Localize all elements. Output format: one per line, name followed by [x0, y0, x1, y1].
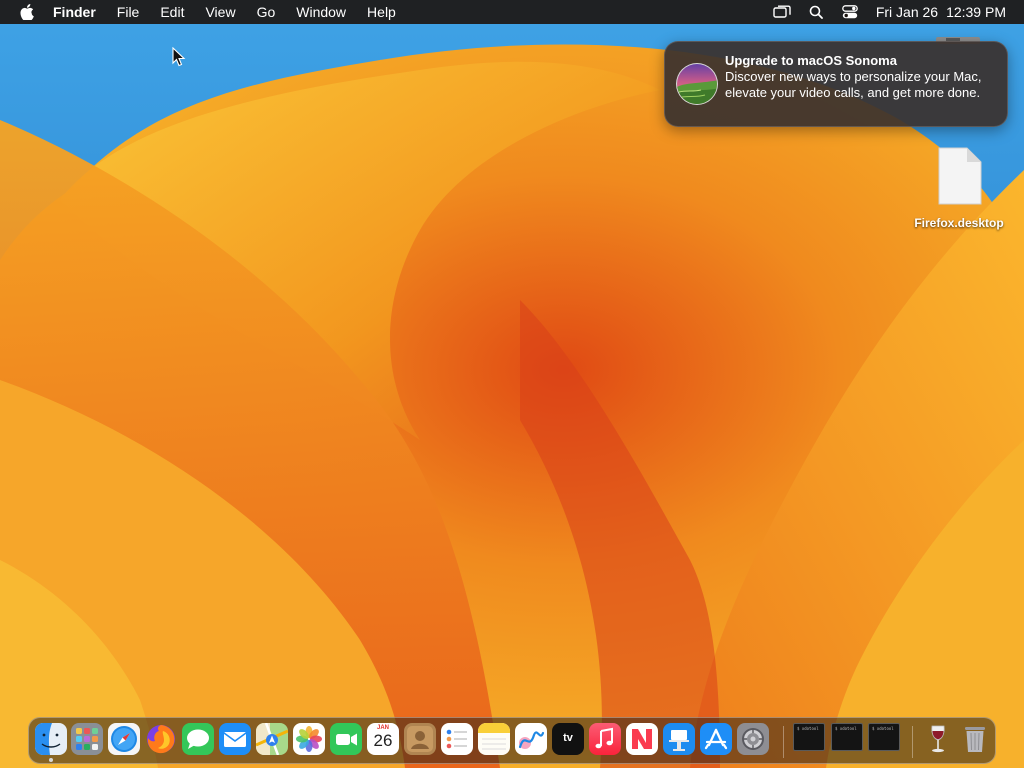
system-settings-icon [737, 723, 769, 755]
menu-bar: Finder File Edit View Go Window Help Fri… [0, 0, 1024, 24]
firefox-icon [147, 725, 175, 754]
dock-safari[interactable] [108, 723, 140, 755]
mouse-pointer-icon [172, 47, 186, 67]
menu-help[interactable]: Help [367, 0, 396, 24]
dock-mail[interactable] [219, 723, 251, 755]
clock-date: Fri Jan 26 [875, 4, 939, 20]
menu-window[interactable]: Window [296, 0, 346, 24]
news-icon [626, 723, 658, 755]
terminal-window-thumbnail: $ xdotool [835, 726, 857, 731]
dock-wine[interactable] [922, 723, 954, 755]
spotlight-search-icon[interactable] [806, 2, 826, 22]
trash-icon [965, 727, 985, 752]
dock-messages[interactable] [182, 723, 214, 755]
dock-news[interactable] [626, 723, 658, 755]
keynote-icon [663, 723, 695, 755]
dock-keynote[interactable] [663, 723, 695, 755]
dock-separator [783, 726, 784, 758]
notes-icon [478, 723, 510, 755]
clock-time: 12:39 PM [946, 4, 1006, 20]
menu-app-name[interactable]: Finder [53, 0, 96, 24]
apple-logo-icon[interactable] [17, 2, 37, 22]
dock: JAN 26 tv $ xdotool $ xdotool $ xdotool [28, 717, 996, 764]
document-icon [935, 146, 983, 206]
desktop-file-label: Firefox.desktop [914, 216, 1004, 230]
notification-body: Discover new ways to personalize your Ma… [725, 69, 982, 100]
screen-mirroring-icon[interactable] [772, 2, 792, 22]
messages-icon [182, 723, 214, 755]
dock-facetime[interactable] [330, 723, 362, 755]
dock-maps[interactable] [256, 723, 288, 755]
minimized-window-3[interactable]: $ xdotool [868, 723, 900, 751]
menu-view[interactable]: View [205, 0, 235, 24]
freeform-icon [515, 723, 547, 755]
contacts-icon [404, 723, 436, 755]
music-icon [589, 723, 621, 755]
dock-firefox[interactable] [145, 723, 177, 755]
dock-app-store[interactable] [700, 723, 732, 755]
terminal-window-thumbnail: $ xdotool [872, 726, 894, 731]
menu-bar-status-area: Fri Jan 26 12:39 PM [758, 0, 1024, 24]
launchpad-icon [71, 723, 103, 755]
maps-icon [256, 723, 288, 755]
dock-contacts[interactable] [404, 723, 436, 755]
mail-icon [219, 723, 251, 755]
dock-separator [912, 726, 913, 758]
calendar-day: 26 [373, 731, 393, 750]
control-center-icon[interactable] [840, 2, 860, 22]
dock-reminders[interactable] [441, 723, 473, 755]
apple-tv-icon: tv [563, 732, 573, 744]
minimized-window-1[interactable]: $ xdotool [793, 723, 825, 751]
facetime-icon [330, 723, 362, 755]
menu-bar-clock[interactable]: Fri Jan 26 12:39 PM [876, 4, 1006, 20]
menu-go[interactable]: Go [257, 0, 276, 24]
dock-freeform[interactable] [515, 723, 547, 755]
minimized-window-2[interactable]: $ xdotool [831, 723, 863, 751]
dock-system-settings[interactable] [737, 723, 769, 755]
app-store-icon [700, 723, 732, 755]
notification-title: Upgrade to macOS Sonoma [725, 53, 897, 68]
safari-icon [108, 723, 140, 755]
dock-calendar[interactable]: JAN 26 [367, 723, 399, 755]
running-indicator [49, 758, 53, 762]
dock-photos[interactable] [293, 723, 325, 755]
dock-trash[interactable] [959, 723, 991, 755]
terminal-window-thumbnail: $ xdotool [797, 726, 819, 731]
desktop-file-firefox[interactable]: Firefox.desktop [905, 146, 1013, 236]
menu-file[interactable]: File [117, 0, 140, 24]
menu-edit[interactable]: Edit [160, 0, 184, 24]
finder-icon [35, 723, 67, 755]
photos-icon [293, 723, 325, 755]
dock-notes[interactable] [478, 723, 510, 755]
dock-music[interactable] [589, 723, 621, 755]
dock-finder[interactable] [35, 723, 67, 755]
dock-tv[interactable]: tv [552, 723, 584, 755]
reminders-icon [441, 723, 473, 755]
wine-glass-icon [931, 725, 945, 753]
dock-launchpad[interactable] [71, 723, 103, 755]
macos-sonoma-icon [675, 62, 719, 106]
upgrade-notification[interactable]: Upgrade to macOS Sonoma Discover new way… [664, 41, 1008, 127]
